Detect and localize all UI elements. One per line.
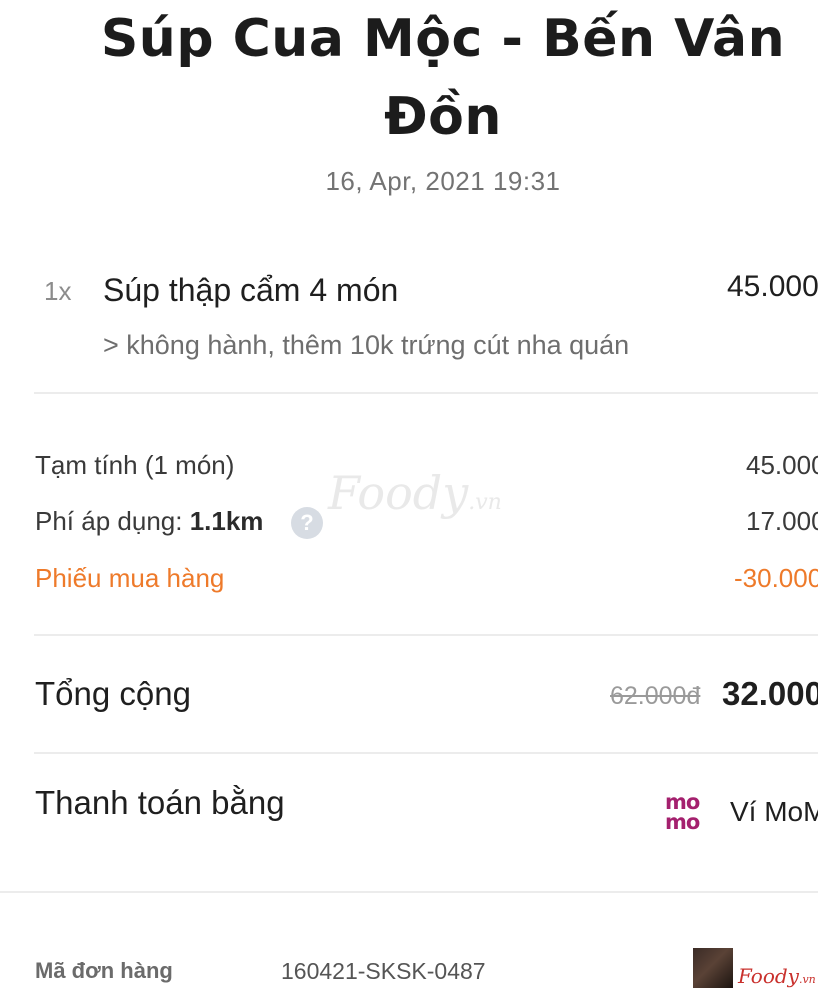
item-name: Súp thập cẩm 4 món: [103, 272, 399, 308]
question-circle-icon[interactable]: ?: [291, 507, 323, 539]
total-final-price: 32.000: [722, 675, 818, 712]
fee-value: 17.000: [746, 506, 818, 536]
divider: [34, 752, 818, 754]
payment-label: Thanh toán bằng: [35, 784, 285, 821]
item-quantity: 1x: [44, 276, 72, 306]
subtotal-value: 45.000: [746, 450, 818, 480]
divider: [34, 634, 818, 636]
order-code-label: Mã đơn hàng: [35, 958, 173, 983]
item-price: 45.000: [727, 270, 818, 303]
payment-method: Ví MoMo: [730, 796, 818, 827]
foody-corner-logo: Foody.vn: [738, 964, 816, 988]
order-code-value: 160421-SKSK-0487: [281, 958, 486, 984]
voucher-value: -30.000: [734, 563, 818, 593]
total-original-price: 62.000đ: [610, 682, 701, 710]
restaurant-name-line2: Đồn: [384, 87, 502, 147]
fee-distance: 1.1km: [189, 506, 264, 536]
divider: [34, 392, 818, 394]
voucher-label: Phiếu mua hàng: [35, 563, 225, 593]
total-label: Tổng cộng: [35, 675, 191, 712]
foody-watermark: Foody.vn: [328, 466, 502, 520]
item-note: > không hành, thêm 10k trứng cút nha quá…: [103, 330, 630, 360]
user-thumbnail: [693, 948, 733, 988]
momo-logo-icon: mo mo: [665, 790, 700, 834]
order-datetime: 16, Apr, 2021 19:31: [325, 166, 561, 196]
fee-label: Phí áp dụng: 1.1km: [35, 506, 264, 536]
section-divider: [0, 891, 818, 893]
subtotal-label: Tạm tính (1 món): [35, 450, 235, 480]
restaurant-name-line1: Súp Cua Mộc - Bến Vân: [100, 9, 786, 69]
